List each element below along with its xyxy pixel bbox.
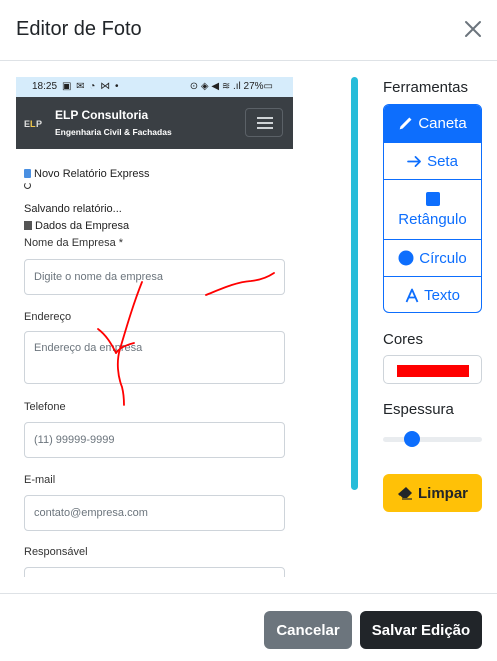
clear-button[interactable]: Limpar — [383, 474, 482, 512]
phone-status-bar: 18:25 ▣ ✉ ◔ ⋈ • ⊙ ◈ ◀ ≋ .ıl 27%▭ — [16, 77, 293, 97]
responsible-label: Responsável — [24, 546, 88, 558]
tool-text-button[interactable]: Texto — [384, 276, 481, 312]
tool-arrow-label: Seta — [427, 152, 458, 170]
status-notification-icons: ▣ ✉ ◔ ⋈ • — [62, 81, 120, 92]
app-navbar: E L P ELP Consultoria Engenharia Civil &… — [16, 97, 293, 149]
hamburger-menu-icon — [245, 108, 283, 137]
tool-text-label: Texto — [424, 287, 460, 304]
cancel-button[interactable]: Cancelar — [264, 611, 352, 649]
address-label: Endereço — [24, 311, 72, 323]
modal-title: Editor de Foto — [16, 18, 142, 40]
tool-group: Caneta Seta Retângulo Círculo Texto — [383, 104, 482, 313]
company-name-label: Nome da Empresa * — [24, 237, 124, 249]
responsible-field — [24, 567, 285, 577]
thickness-slider-thumb[interactable] — [403, 431, 420, 447]
address-field: Endereço da empresa — [24, 331, 285, 384]
svg-text:P: P — [36, 119, 42, 129]
tool-pen-button[interactable]: Caneta — [384, 105, 481, 142]
phone-label: Telefone — [24, 401, 66, 413]
app-brand-name: ELP Consultoria — [55, 108, 149, 122]
tool-circle-label: Círculo — [419, 249, 467, 267]
tool-rectangle-button[interactable]: Retângulo — [384, 179, 481, 239]
photo-canvas[interactable]: 18:25 ▣ ✉ ◔ ⋈ • ⊙ ◈ ◀ ≋ .ıl 27%▭ E L P E… — [16, 77, 293, 577]
report-title: Novo Relatório Express — [24, 168, 150, 180]
text-icon — [405, 288, 419, 303]
photo-form-content: Novo Relatório Express Salvando relatóri… — [16, 149, 293, 577]
phone-field: (11) 99999-9999 — [24, 422, 285, 458]
save-edit-button[interactable]: Salvar Edição — [360, 611, 482, 649]
document-icon — [24, 169, 31, 178]
photo-editor-modal: Editor de Foto 18:25 ▣ ✉ ◔ ⋈ • ⊙ ◈ ◀ ≋ .… — [0, 0, 497, 661]
email-field: contato@empresa.com — [24, 495, 285, 531]
circle-icon — [398, 250, 414, 266]
thickness-slider-track[interactable] — [383, 437, 482, 442]
modal-header: Editor de Foto — [0, 0, 497, 61]
tool-arrow-button[interactable]: Seta — [384, 142, 481, 179]
loading-spinner-icon — [24, 182, 31, 189]
building-icon — [24, 221, 32, 230]
close-button[interactable] — [461, 17, 485, 41]
company-name-field: Digite o nome da empresa — [24, 259, 285, 295]
selected-color-swatch — [397, 365, 469, 377]
email-label: E-mail — [24, 474, 56, 486]
colors-heading: Cores — [383, 331, 424, 348]
tool-pen-label: Caneta — [418, 115, 467, 132]
tools-heading: Ferramentas — [383, 79, 469, 96]
tool-circle-button[interactable]: Círculo — [384, 239, 481, 276]
app-brand-subtitle: Engenharia Civil & Fachadas — [55, 127, 172, 137]
tool-rectangle-label: Retângulo — [398, 210, 467, 228]
arrow-right-icon — [407, 155, 421, 167]
clear-button-label: Limpar — [417, 484, 468, 502]
company-section-title: Dados da Empresa — [24, 220, 129, 232]
saving-status-text: Salvando relatório... — [24, 203, 122, 215]
status-system-icons: ⊙ ◈ ◀ ≋ .ıl 27%▭ — [189, 81, 273, 92]
company-logo-icon: E L P — [24, 119, 42, 129]
square-icon — [425, 191, 440, 206]
thickness-heading: Espessura — [383, 401, 454, 418]
eraser-icon — [397, 487, 412, 500]
canvas-scrollbar-thumb[interactable] — [351, 77, 358, 490]
color-picker[interactable] — [383, 355, 482, 384]
pencil-icon — [400, 117, 412, 130]
modal-footer: Cancelar Salvar Edição — [0, 593, 497, 661]
status-time: 18:25 — [32, 81, 58, 92]
close-icon — [465, 21, 481, 37]
